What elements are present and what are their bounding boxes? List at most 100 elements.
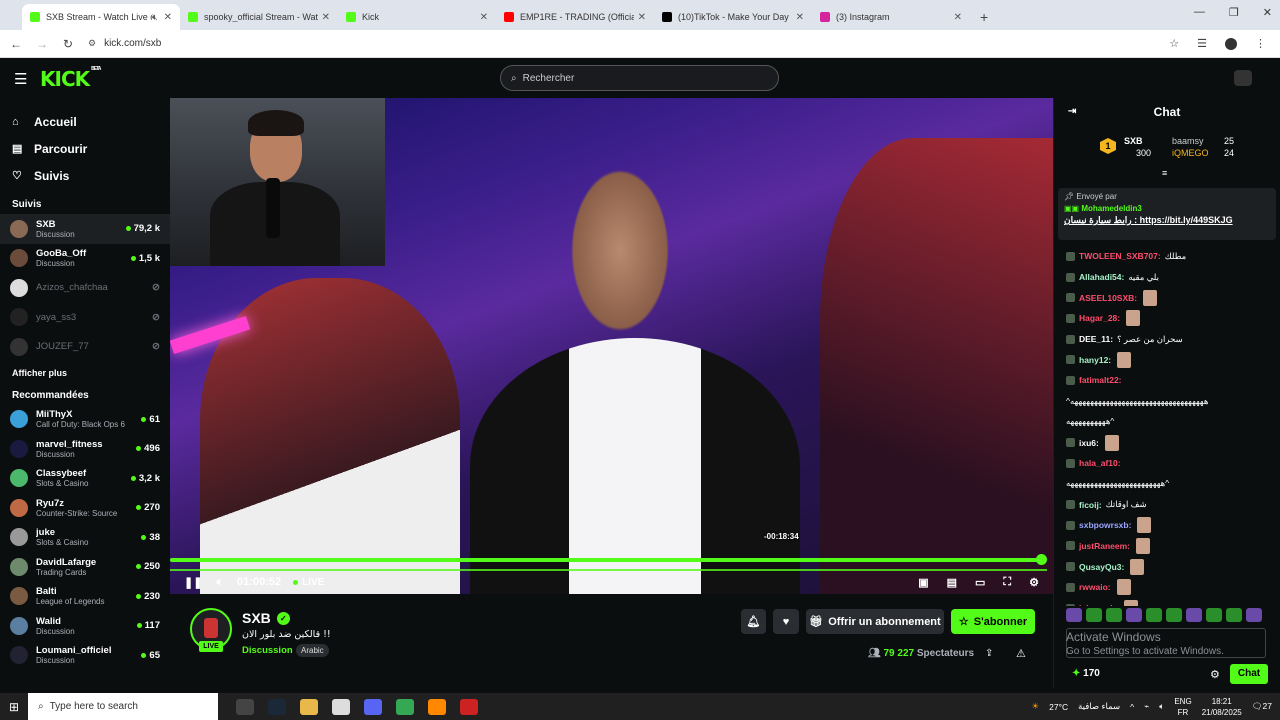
pinned-link[interactable]: https://bit.ly/449SKJG bbox=[1140, 215, 1233, 225]
channel-item[interactable]: Classybeef Slots & Casino 3,2 k bbox=[0, 464, 170, 494]
app-icon[interactable] bbox=[460, 698, 478, 715]
live-indicator[interactable]: LIVE bbox=[293, 577, 324, 588]
channel-item[interactable]: juke Slots & Casino 38 bbox=[0, 523, 170, 553]
notification-icon[interactable]: 🗨︎27 bbox=[1252, 701, 1272, 712]
chat-username[interactable]: QusayQu3: bbox=[1079, 562, 1124, 572]
tray-chevron-icon[interactable]: ^ bbox=[1130, 702, 1134, 712]
user-avatar[interactable] bbox=[1234, 70, 1252, 86]
report-icon[interactable]: ⚠ bbox=[1016, 647, 1026, 660]
streamer-name[interactable]: SXB ✓ bbox=[242, 610, 290, 626]
close-tab-icon[interactable]: ✕ bbox=[638, 12, 646, 23]
channel-item[interactable]: marvel_fitness Discussion 496 bbox=[0, 434, 170, 464]
channel-item[interactable]: Walid Discussion 117 bbox=[0, 611, 170, 641]
clock[interactable]: 18:21 21/08/2025 bbox=[1202, 696, 1242, 718]
volume-icon[interactable]: 🔈︎ bbox=[216, 576, 223, 589]
emote-icon[interactable] bbox=[1206, 608, 1222, 622]
chat-username[interactable]: isha_axb: bbox=[1079, 603, 1118, 606]
subscribe-button[interactable]: ☆ S'abonner bbox=[951, 609, 1035, 634]
channel-item[interactable]: yaya_ss3 ⊘ bbox=[0, 303, 170, 333]
pinned-sender[interactable]: Mohamedeldin3 bbox=[1081, 204, 1141, 213]
clip-icon[interactable]: ▤ bbox=[947, 576, 957, 589]
channel-item[interactable]: Azizos_chafchaa ⊘ bbox=[0, 273, 170, 303]
channel-item[interactable]: Balti League of Legends 230 bbox=[0, 582, 170, 612]
chat-username[interactable]: ASEEL10SXB: bbox=[1079, 293, 1137, 303]
close-tab-icon[interactable]: ✕ bbox=[164, 12, 172, 23]
language-tag[interactable]: Arabic bbox=[296, 644, 329, 657]
chat-username[interactable]: fatimalt22: bbox=[1079, 375, 1122, 385]
site-info-icon[interactable]: ⚙ bbox=[88, 38, 96, 49]
share-icon[interactable]: ⇪ bbox=[985, 648, 993, 659]
task-view-icon[interactable] bbox=[236, 698, 254, 715]
browser-tab[interactable]: (3) Instagram ✕ bbox=[812, 4, 970, 30]
chrome-icon[interactable] bbox=[396, 698, 414, 715]
new-tab-icon[interactable]: + bbox=[980, 4, 988, 30]
channel-item[interactable]: MiiThyX Call of Duty: Black Ops 6 61 bbox=[0, 405, 170, 435]
app-icon[interactable] bbox=[428, 698, 446, 715]
search-input[interactable]: ⌕ Rechercher bbox=[500, 65, 779, 91]
channel-points[interactable]: ✦ 170 bbox=[1072, 668, 1100, 679]
emote-icon[interactable] bbox=[1166, 608, 1182, 622]
nav-item-browse[interactable]: ▤ Parcourir bbox=[12, 135, 170, 162]
kick-logo[interactable]: KICK BETA bbox=[40, 66, 101, 91]
browser-tab[interactable]: (10)TikTok - Make Your Day ✕ bbox=[654, 4, 812, 30]
collapse-chat-icon[interactable]: ⇥ bbox=[1068, 98, 1076, 126]
taskbar-search[interactable]: ⌕ Type here to search bbox=[28, 693, 218, 720]
chat-username[interactable]: hany12: bbox=[1079, 355, 1111, 365]
chat-username[interactable]: hala_af10: bbox=[1079, 458, 1121, 468]
chat-username[interactable]: rwwaio: bbox=[1079, 582, 1111, 592]
close-tab-icon[interactable]: ✕ bbox=[480, 12, 488, 23]
follow-button[interactable]: ♥ bbox=[773, 609, 799, 634]
profile-avatar[interactable] bbox=[1225, 37, 1237, 50]
emote-icon[interactable] bbox=[1066, 608, 1082, 622]
chat-username[interactable]: ixu6: bbox=[1079, 438, 1099, 448]
url-field[interactable]: ⚙ kick.com/sxb bbox=[88, 33, 1169, 55]
chat-username[interactable]: sxbpowrsxb: bbox=[1079, 520, 1131, 530]
emote-icon[interactable] bbox=[1146, 608, 1162, 622]
pip-icon[interactable]: ▣ bbox=[918, 576, 928, 589]
chat-username[interactable]: TWOLEEN_SXB707: bbox=[1079, 251, 1161, 261]
seek-bar[interactable] bbox=[170, 558, 1041, 562]
emote-icon[interactable] bbox=[1246, 608, 1262, 622]
expand-leaderboard-icon[interactable]: ≡ bbox=[1162, 168, 1167, 178]
language-indicator[interactable]: ENG FR bbox=[1174, 696, 1191, 718]
close-tab-icon[interactable]: ✕ bbox=[322, 12, 330, 23]
chat-username[interactable]: ficoij: bbox=[1079, 500, 1102, 510]
channel-item[interactable]: DavidLafarge Trading Cards 250 bbox=[0, 552, 170, 582]
emote-icon[interactable] bbox=[1126, 608, 1142, 622]
maximize-icon[interactable]: ❐ bbox=[1229, 6, 1239, 19]
discord-icon[interactable] bbox=[364, 698, 382, 715]
close-tab-icon[interactable]: ✕ bbox=[796, 12, 804, 23]
channel-item[interactable]: Ryu7z Counter-Strike: Source 270 bbox=[0, 493, 170, 523]
menu-icon[interactable]: ☰ bbox=[14, 70, 27, 88]
steam-icon[interactable] bbox=[268, 698, 286, 715]
network-icon[interactable]: ⌁ bbox=[1144, 701, 1149, 712]
file-explorer-icon[interactable] bbox=[300, 698, 318, 715]
chat-username[interactable]: Allahadi54: bbox=[1079, 272, 1124, 282]
store-icon[interactable] bbox=[332, 698, 350, 715]
browser-tab[interactable]: SXB Stream - Watch Live on Kick🔇︎ ✕ bbox=[22, 4, 180, 30]
chat-username[interactable]: justRaneem: bbox=[1079, 541, 1130, 551]
emote-icon[interactable] bbox=[1086, 608, 1102, 622]
channel-item[interactable]: SXB Discussion 79,2 k bbox=[0, 214, 170, 244]
speaker-icon[interactable]: 🔈︎ bbox=[1159, 701, 1164, 712]
tab-search-icon[interactable]: ☰ bbox=[1197, 37, 1207, 50]
stream-category[interactable]: Discussion bbox=[242, 645, 293, 656]
chat-username[interactable]: Hagar_28: bbox=[1079, 313, 1120, 323]
browser-tab[interactable]: spooky_official Stream - Watch ✕ bbox=[180, 4, 338, 30]
seek-thumb[interactable] bbox=[1035, 554, 1047, 565]
pause-icon[interactable]: ❚❚ bbox=[184, 576, 202, 589]
channel-item[interactable]: Loumani_officiel Discussion 65 bbox=[0, 641, 170, 671]
chat-username[interactable]: DEE_11: bbox=[1079, 334, 1113, 344]
emote-icon[interactable] bbox=[1106, 608, 1122, 622]
channel-item[interactable]: JOUZEF_77 ⊘ bbox=[0, 332, 170, 362]
bookmark-star-icon[interactable]: ☆ bbox=[1169, 37, 1179, 50]
video-player[interactable] bbox=[170, 98, 1053, 594]
browser-menu-icon[interactable]: ⋮ bbox=[1255, 37, 1266, 50]
notification-bell-button[interactable]: 🔔︎ bbox=[741, 609, 766, 634]
fullscreen-icon[interactable]: ⛶ bbox=[1003, 576, 1011, 589]
pinned-message[interactable]: 📌︎ Envoyé par ▣▣ Mohamedeldin3 رابط سيار… bbox=[1058, 188, 1276, 240]
emote-icon[interactable] bbox=[1226, 608, 1242, 622]
settings-icon[interactable]: ⚙ bbox=[1029, 576, 1039, 589]
emote-icon[interactable] bbox=[1186, 608, 1202, 622]
show-more-link[interactable]: Afficher plus bbox=[0, 362, 170, 384]
